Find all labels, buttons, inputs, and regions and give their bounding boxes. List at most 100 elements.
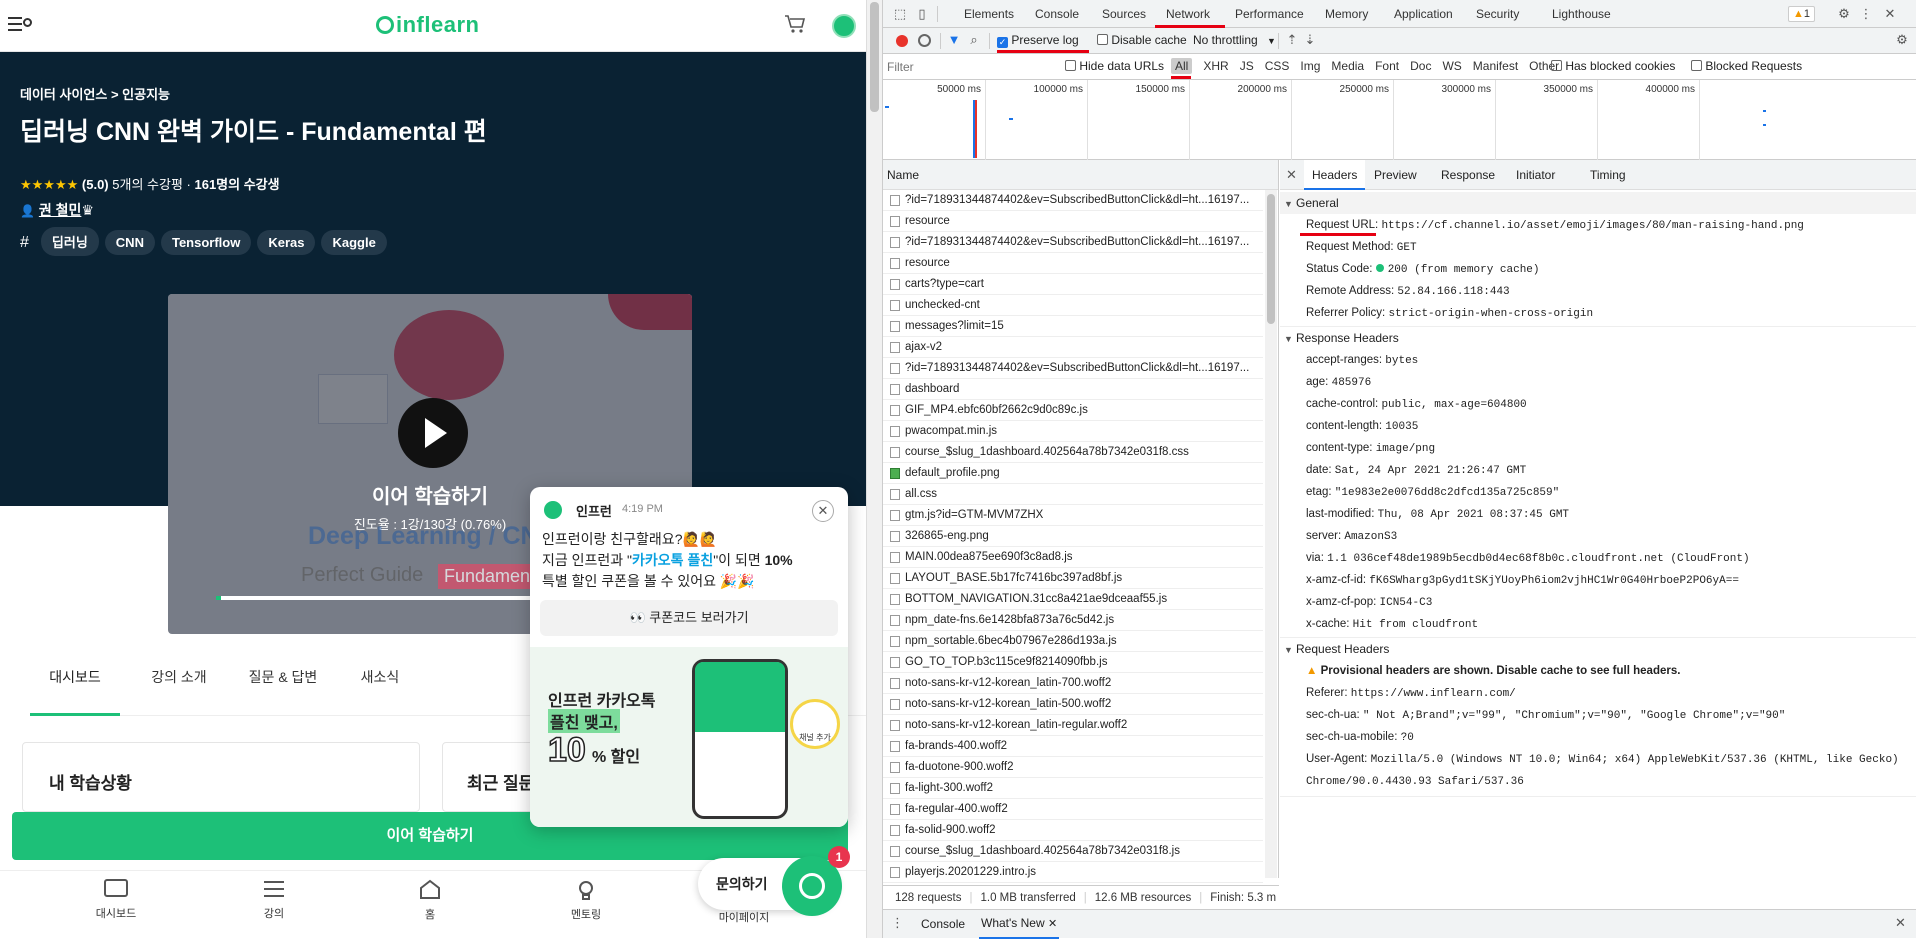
request-row[interactable]: ?id=718931344874402&ev=SubscribedButtonC… [883, 358, 1263, 379]
network-settings-icon[interactable]: ⚙ [1895, 33, 1909, 47]
filter-img[interactable]: Img [1300, 59, 1320, 73]
request-row[interactable]: noto-sans-kr-v12-korean_latin-500.woff2 [883, 694, 1263, 715]
instructor-name[interactable]: 권 철민 [39, 202, 82, 218]
filter-ws[interactable]: WS [1442, 59, 1461, 73]
request-row[interactable]: MAIN.00dea875ee690f3c8ad8.js [883, 547, 1263, 568]
request-row[interactable]: ajax-v2 [883, 337, 1263, 358]
name-column-header[interactable]: Name [883, 160, 1278, 190]
request-row[interactable]: noto-sans-kr-v12-korean_latin-regular.wo… [883, 715, 1263, 736]
cart-icon[interactable] [784, 14, 806, 34]
close-drawer-icon[interactable]: ✕ [1895, 915, 1906, 931]
filter-input[interactable] [887, 58, 1057, 76]
checkbox[interactable] [1065, 60, 1076, 71]
request-row[interactable]: gtm.js?id=GTM-MVM7ZHX [883, 505, 1263, 526]
checkbox-checked[interactable]: ✓ [997, 37, 1008, 48]
request-row[interactable]: resource [883, 253, 1263, 274]
request-row[interactable]: ?id=718931344874402&ev=SubscribedButtonC… [883, 190, 1263, 211]
filter-font[interactable]: Font [1375, 59, 1399, 73]
request-row[interactable]: npm_sortable.6bec4b07967e286d193a.js [883, 631, 1263, 652]
tab-response[interactable]: Response [1441, 160, 1495, 190]
tab-dashboard[interactable]: 대시보드 [30, 660, 120, 716]
coupon-button[interactable]: 👀 쿠폰코드 보러가기 [540, 600, 838, 636]
tab-security[interactable]: Security [1476, 0, 1519, 28]
close-tab-icon[interactable]: ✕ [1048, 918, 1057, 930]
filter-xhr[interactable]: XHR [1203, 59, 1228, 73]
filter-js[interactable]: JS [1240, 59, 1254, 73]
nav-lectures[interactable]: 강의 [234, 879, 314, 921]
nav-mypage[interactable]: 마이페이지 [704, 909, 784, 925]
promo-banner[interactable]: 인프런 카카오톡 플친 맺고, 10 % 할인 채널 추가 [530, 647, 848, 827]
network-overview[interactable]: 50000 ms 100000 ms 150000 ms 200000 ms 25000… [883, 80, 1916, 160]
tag[interactable]: CNN [104, 230, 155, 255]
filter-icon[interactable]: ▼ [947, 33, 961, 47]
close-icon[interactable]: ✕ [812, 500, 834, 522]
tab-lighthouse[interactable]: Lighthouse [1552, 0, 1611, 28]
tag[interactable]: Kaggle [321, 230, 387, 255]
request-row[interactable]: BOTTOM_NAVIGATION.31cc8a421ae9dceaaf55.j… [883, 589, 1263, 610]
request-row[interactable]: course_$slug_1dashboard.402564a78b7342e0… [883, 442, 1263, 463]
checkbox[interactable] [1097, 34, 1108, 45]
request-row[interactable]: all.css [883, 484, 1263, 505]
request-row[interactable]: dashboard [883, 379, 1263, 400]
request-row[interactable]: noto-sans-kr-v12-korean_latin-700.woff2 [883, 673, 1263, 694]
tab-intro[interactable]: 강의 소개 [134, 660, 224, 694]
close-icon[interactable]: ✕ [1883, 7, 1897, 21]
request-row[interactable]: npm_date-fns.6e1428bfa873a76c5d42.js [883, 610, 1263, 631]
has-blocked-cookies[interactable]: Has blocked cookies [1551, 59, 1675, 73]
tab-application[interactable]: Application [1394, 0, 1453, 28]
play-button[interactable] [398, 398, 468, 468]
request-row[interactable]: playerjs.20201229.intro.js [883, 862, 1263, 883]
request-row[interactable]: resource [883, 211, 1263, 232]
tag[interactable]: Tensorflow [160, 230, 252, 255]
request-row[interactable]: fa-duotone-900.woff2 [883, 757, 1263, 778]
search-icon[interactable]: ⌕ [967, 33, 981, 47]
request-row[interactable]: messages?limit=15 [883, 316, 1263, 337]
request-row[interactable]: pwacompat.min.js [883, 421, 1263, 442]
tab-headers[interactable]: Headers [1304, 160, 1366, 190]
filter-css[interactable]: CSS [1265, 59, 1290, 73]
page-scrollbar[interactable] [866, 0, 882, 938]
warning-counter[interactable]: ▲1 [1788, 6, 1816, 22]
checkbox[interactable] [1551, 60, 1562, 71]
request-row[interactable]: default_profile.png [883, 463, 1263, 484]
channel-add-bubble[interactable]: 채널 추가 [790, 699, 840, 749]
drawer-tab-whats-new[interactable]: What's New ✕ [979, 910, 1060, 939]
disable-cache[interactable]: Disable cache [1097, 33, 1187, 47]
inspect-icon[interactable]: ⬚ [893, 7, 907, 21]
nav-dashboard[interactable]: 대시보드 [76, 879, 156, 921]
request-row[interactable]: GIF_MP4.ebfc60bf2662c9d0c89c.js [883, 400, 1263, 421]
hide-data-urls[interactable]: Hide data URLs [1065, 59, 1164, 73]
request-headers-section[interactable]: ▼ Request Headers [1284, 638, 1916, 660]
tab-elements[interactable]: Elements [964, 0, 1014, 28]
request-row[interactable]: ?id=718931344874402&ev=SubscribedButtonC… [883, 232, 1263, 253]
tab-qna[interactable]: 질문 & 답변 [228, 660, 338, 694]
nav-home[interactable]: 홈 [390, 879, 470, 922]
request-row[interactable]: course_$slug_1dashboard.402564a78b7342e0… [883, 841, 1263, 862]
filter-manifest[interactable]: Manifest [1473, 59, 1518, 73]
clear-icon[interactable] [918, 34, 931, 47]
filter-all[interactable]: All [1171, 58, 1193, 74]
nav-mentoring[interactable]: 멘토링 [546, 879, 626, 922]
blocked-requests[interactable]: Blocked Requests [1691, 59, 1802, 73]
upload-icon[interactable]: ⇡ [1285, 33, 1299, 47]
more-icon[interactable]: ⋮ [1859, 7, 1873, 21]
general-section[interactable]: ▼ General [1280, 192, 1916, 214]
tab-sources[interactable]: Sources [1102, 0, 1146, 28]
tag[interactable]: 딥러닝 [40, 227, 99, 256]
response-headers-section[interactable]: ▼ Response Headers [1284, 327, 1916, 349]
request-row[interactable]: fa-solid-900.woff2 [883, 820, 1263, 841]
request-row[interactable]: 326865-eng.png [883, 526, 1263, 547]
drawer-tab-console[interactable]: Console [921, 910, 965, 938]
tab-timing[interactable]: Timing [1590, 160, 1626, 190]
request-row[interactable]: fa-light-300.woff2 [883, 778, 1263, 799]
filter-doc[interactable]: Doc [1410, 59, 1431, 73]
tag[interactable]: Keras [257, 230, 316, 255]
tab-memory[interactable]: Memory [1325, 0, 1368, 28]
menu-icon[interactable] [8, 14, 34, 34]
drawer-menu-icon[interactable]: ⋮ [891, 915, 904, 931]
breadcrumb[interactable]: 데이터 사이언스 > 인공지능 [20, 84, 170, 103]
request-row[interactable]: carts?type=cart [883, 274, 1263, 295]
download-icon[interactable]: ⇣ [1303, 33, 1317, 47]
request-row[interactable]: unchecked-cnt [883, 295, 1263, 316]
review-count[interactable]: 5개의 수강평 · [112, 177, 191, 192]
